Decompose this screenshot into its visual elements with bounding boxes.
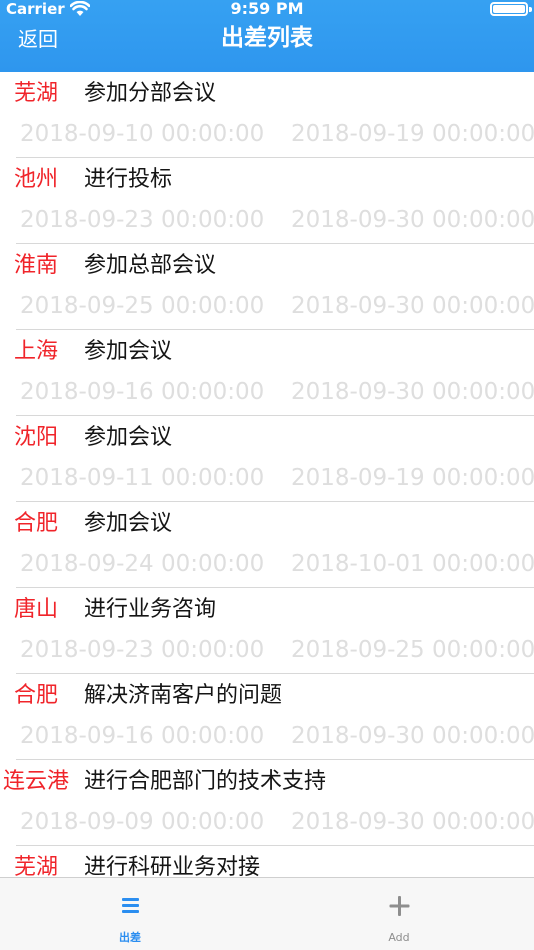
list-icon [80, 894, 180, 918]
list-item[interactable]: 上海 参加会议 2018-09-16 00:00:00 2018-09-30 0… [0, 330, 534, 416]
trip-start-date: 2018-09-11 00:00:00 [20, 465, 265, 491]
trip-task: 进行科研业务对接 [84, 855, 261, 877]
trip-city: 合肥 [14, 511, 59, 536]
list-item[interactable]: 芜湖 进行科研业务对接 [0, 846, 534, 877]
trip-task: 参加会议 [84, 425, 173, 450]
trip-city: 池州 [14, 167, 59, 192]
trip-task: 进行合肥部门的技术支持 [84, 769, 327, 794]
list-item[interactable]: 唐山 进行业务咨询 2018-09-23 00:00:00 2018-09-25… [0, 588, 534, 674]
trip-city: 沈阳 [14, 425, 59, 450]
trip-end-date: 2018-09-25 00:00:00 [291, 637, 534, 663]
trip-start-date: 2018-09-09 00:00:00 [20, 809, 265, 835]
trip-task: 解决济南客户的问题 [84, 683, 283, 708]
trip-start-date: 2018-09-16 00:00:00 [20, 379, 265, 405]
trip-end-date: 2018-09-30 00:00:00 [291, 379, 534, 405]
list-item[interactable]: 合肥 参加会议 2018-09-24 00:00:00 2018-10-01 0… [0, 502, 534, 588]
trip-city: 合肥 [14, 683, 59, 708]
trip-task: 进行业务咨询 [84, 597, 217, 622]
list-item[interactable]: 连云港 进行合肥部门的技术支持 2018-09-09 00:00:00 2018… [0, 760, 534, 846]
trip-city: 芜湖 [14, 855, 59, 877]
trip-start-date: 2018-09-24 00:00:00 [20, 551, 265, 577]
tab-bar: 出差 Add [0, 877, 534, 950]
trip-end-date: 2018-09-30 00:00:00 [291, 809, 534, 835]
tab-add-label: Add [388, 931, 410, 944]
trip-end-date: 2018-09-30 00:00:00 [291, 293, 534, 319]
list-item[interactable]: 合肥 解决济南客户的问题 2018-09-16 00:00:00 2018-09… [0, 674, 534, 760]
status-bar: Carrier 9:59 PM [0, 0, 534, 22]
plus-icon [349, 894, 449, 918]
tab-trips-label: 出差 [119, 931, 141, 944]
list-item[interactable]: 芜湖 参加分部会议 2018-09-10 00:00:00 2018-09-19… [0, 72, 534, 158]
trip-city: 芜湖 [14, 81, 59, 106]
trip-end-date: 2018-09-19 00:00:00 [291, 121, 534, 147]
trip-city: 上海 [14, 339, 59, 364]
trip-end-date: 2018-09-30 00:00:00 [291, 723, 534, 749]
trip-end-date: 2018-10-01 00:00:00 [291, 551, 534, 577]
page-title: 出差列表 [221, 25, 313, 51]
list-item[interactable]: 沈阳 参加会议 2018-09-11 00:00:00 2018-09-19 0… [0, 416, 534, 502]
trip-task: 进行投标 [84, 167, 173, 192]
trip-list[interactable]: 芜湖 参加分部会议 2018-09-10 00:00:00 2018-09-19… [0, 72, 534, 877]
navigation-bar: Carrier 9:59 PM 返回 出差列表 [0, 0, 534, 72]
list-item[interactable]: 淮南 参加总部会议 2018-09-25 00:00:00 2018-09-30… [0, 244, 534, 330]
trip-start-date: 2018-09-10 00:00:00 [20, 121, 265, 147]
status-time: 9:59 PM [230, 0, 304, 18]
trip-start-date: 2018-09-25 00:00:00 [20, 293, 265, 319]
trip-start-date: 2018-09-23 00:00:00 [20, 207, 265, 233]
trip-task: 参加总部会议 [84, 253, 217, 278]
list-item[interactable]: 池州 进行投标 2018-09-23 00:00:00 2018-09-30 0… [0, 158, 534, 244]
trip-end-date: 2018-09-19 00:00:00 [291, 465, 534, 491]
trip-city: 连云港 [3, 769, 70, 794]
tab-add[interactable]: Add [349, 878, 449, 950]
trip-start-date: 2018-09-16 00:00:00 [20, 723, 265, 749]
battery-icon [490, 2, 532, 16]
trip-task: 参加分部会议 [84, 81, 217, 106]
trip-city: 淮南 [14, 253, 59, 278]
trip-task: 参加会议 [84, 339, 173, 364]
trip-task: 参加会议 [84, 511, 173, 536]
trip-start-date: 2018-09-23 00:00:00 [20, 637, 265, 663]
trip-city: 唐山 [14, 597, 59, 622]
trip-end-date: 2018-09-30 00:00:00 [291, 207, 534, 233]
tab-trips[interactable]: 出差 [80, 878, 180, 950]
